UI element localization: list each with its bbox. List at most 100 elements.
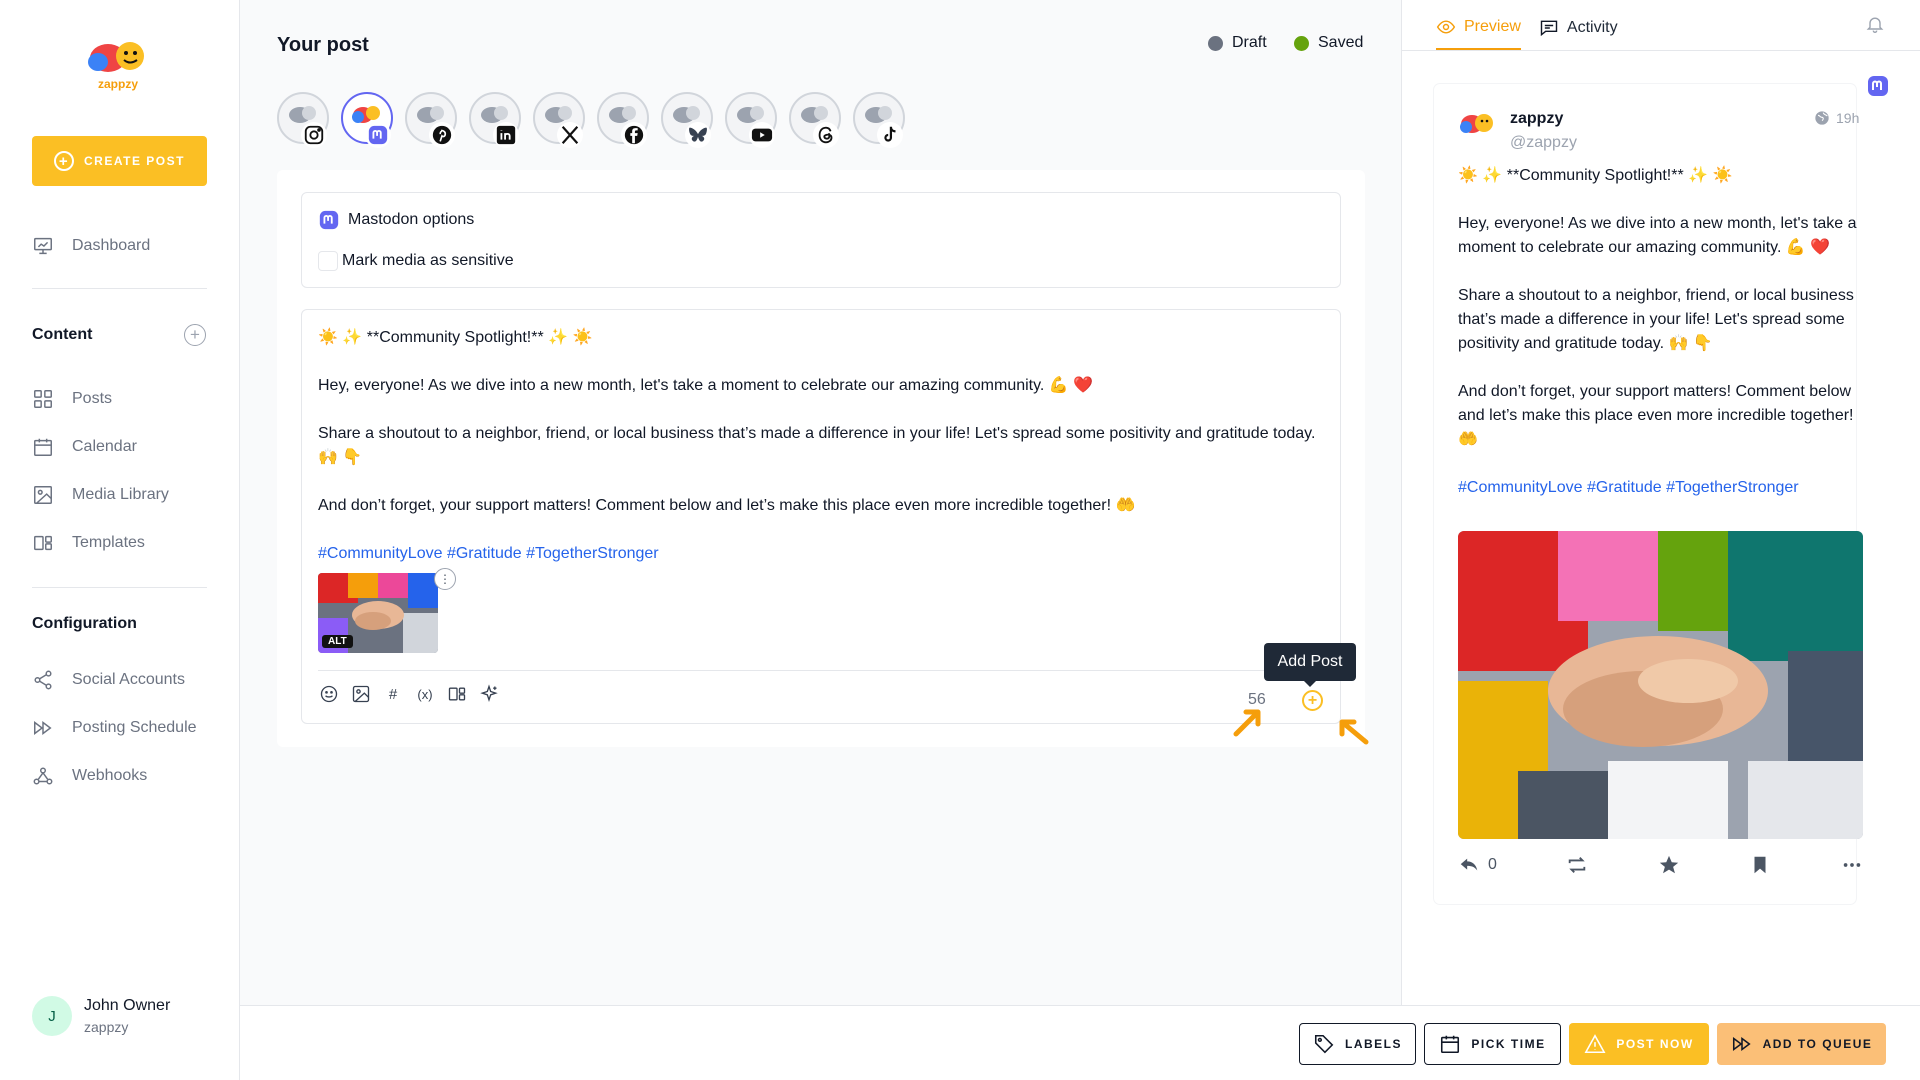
- preview-tabs: Preview Activity: [1436, 14, 1618, 50]
- nav-dashboard[interactable]: Dashboard: [32, 235, 150, 257]
- sensitive-checkbox[interactable]: Mark media as sensitive: [318, 251, 514, 271]
- image-icon[interactable]: [350, 683, 372, 705]
- divider: [1402, 50, 1920, 51]
- nav-posts[interactable]: Posts: [32, 388, 112, 410]
- threads-icon: [818, 126, 833, 144]
- bluesky-icon: [689, 127, 707, 142]
- action-bar: LABELS PICK TIME POST NOW ADD TO QUEUE: [240, 1005, 1920, 1080]
- add-post-tooltip: Add Post: [1264, 643, 1356, 687]
- add-to-queue-button[interactable]: ADD TO QUEUE: [1717, 1023, 1886, 1065]
- hashtag-icon[interactable]: #: [382, 683, 404, 705]
- nav-posts-label: Posts: [72, 390, 113, 407]
- nav-posting-schedule[interactable]: Posting Schedule: [32, 717, 197, 739]
- tab-activity[interactable]: Activity: [1539, 14, 1618, 50]
- variable-icon[interactable]: (x): [414, 683, 436, 705]
- preview-time: 19h: [1814, 110, 1859, 126]
- more-icon[interactable]: [1841, 854, 1863, 876]
- reply-icon: [1460, 858, 1478, 871]
- user-profile[interactable]: J John Owner zappzy: [32, 996, 170, 1036]
- account-tiktok[interactable]: [853, 92, 905, 148]
- templates-icon: [34, 535, 52, 551]
- nav-media-library[interactable]: Media Library: [32, 484, 169, 506]
- editor-toolbar: # (x): [318, 683, 500, 705]
- facebook-icon: [624, 125, 644, 145]
- post-hashtags: #CommunityLove #Gratitude #TogetherStron…: [318, 545, 659, 562]
- hands-photo: [1458, 531, 1863, 839]
- reply-action[interactable]: 0: [1458, 854, 1497, 876]
- preview-account-name: zappzy: [1510, 110, 1564, 127]
- create-post-button[interactable]: + CREATE POST: [32, 136, 207, 186]
- preview-image[interactable]: [1458, 531, 1863, 839]
- post-line: And don’t forget, your support matters! …: [318, 497, 1136, 514]
- tab-preview[interactable]: Preview: [1436, 14, 1521, 50]
- account-facebook[interactable]: [597, 92, 649, 148]
- account-linkedin[interactable]: [469, 92, 521, 148]
- zappzy-logo[interactable]: zappzy: [84, 36, 156, 92]
- emoji-icon[interactable]: [318, 683, 340, 705]
- mastodon-options: Mastodon options Mark media as sensitive: [301, 192, 1341, 288]
- preview-text: ☀️ ✨ **Community Spotlight!** ✨ ☀️ Hey, …: [1458, 164, 1858, 524]
- star-icon[interactable]: [1658, 854, 1680, 876]
- account-x[interactable]: [533, 92, 585, 148]
- account-mastodon[interactable]: [341, 92, 393, 148]
- status-saved-label: Saved: [1318, 34, 1364, 51]
- alt-badge[interactable]: ALT: [322, 635, 353, 648]
- eye-icon: [1436, 20, 1456, 34]
- bell-icon[interactable]: [1865, 14, 1885, 34]
- post-line: Hey, everyone! As we dive into a new mon…: [318, 377, 1094, 394]
- nav-posting-schedule-label: Posting Schedule: [72, 719, 197, 736]
- preview-line: Share a shoutout to a neighbor, friend, …: [1458, 287, 1854, 352]
- thumbnail-menu-icon[interactable]: ⋮: [434, 568, 456, 590]
- preview-panel: Preview Activity zappzy @zappzy 19h ☀️ ✨…: [1402, 0, 1920, 1005]
- labels-button[interactable]: LABELS: [1299, 1023, 1416, 1065]
- account-instagram[interactable]: [277, 92, 329, 148]
- account-bluesky[interactable]: [661, 92, 713, 148]
- post-text[interactable]: ☀️ ✨ **Community Spotlight!** ✨ ☀️ Hey, …: [318, 326, 1318, 566]
- boost-icon[interactable]: [1566, 854, 1588, 876]
- account-threads[interactable]: [789, 92, 841, 148]
- calendar-icon: [34, 438, 52, 456]
- tiktok-icon: [884, 126, 896, 142]
- post-now-button[interactable]: POST NOW: [1569, 1023, 1709, 1065]
- draft-dot-icon: [1208, 35, 1223, 51]
- account-pinterest[interactable]: [405, 92, 457, 148]
- add-to-queue-label: ADD TO QUEUE: [1762, 1037, 1873, 1051]
- preview-handle: @zappzy: [1510, 134, 1577, 151]
- mastodon-icon: [319, 210, 339, 230]
- image-icon: [34, 486, 52, 504]
- page-title: Your post: [277, 34, 369, 56]
- templates-icon[interactable]: [446, 683, 468, 705]
- share-icon: [34, 670, 52, 690]
- post-now-label: POST NOW: [1616, 1037, 1694, 1051]
- forward-icon: [34, 721, 52, 735]
- post-line: Share a shoutout to a neighbor, friend, …: [318, 425, 1316, 466]
- post-editor[interactable]: ☀️ ✨ **Community Spotlight!** ✨ ☀️ Hey, …: [301, 309, 1341, 724]
- nav-social-accounts-label: Social Accounts: [72, 671, 185, 688]
- sparkle-icon[interactable]: [478, 683, 500, 705]
- status-saved: Saved: [1294, 34, 1363, 52]
- bookmark-icon[interactable]: [1749, 854, 1771, 876]
- nav-calendar[interactable]: Calendar: [32, 436, 137, 458]
- pointer-arrow-icon: [1233, 709, 1261, 737]
- nav-media-library-label: Media Library: [72, 486, 169, 503]
- nav-social-accounts[interactable]: Social Accounts: [32, 669, 185, 691]
- account-youtube[interactable]: [725, 92, 777, 148]
- checkbox[interactable]: [318, 251, 338, 271]
- pick-time-button[interactable]: PICK TIME: [1424, 1023, 1561, 1065]
- mastodon-icon: [1868, 76, 1888, 96]
- post-line: ☀️ ✨ **Community Spotlight!** ✨ ☀️: [318, 329, 593, 346]
- user-name: John Owner: [84, 997, 171, 1014]
- tag-icon: [1314, 1034, 1334, 1054]
- grid-icon: [34, 390, 52, 408]
- nav-templates[interactable]: Templates: [32, 532, 145, 554]
- youtube-icon: [751, 128, 773, 142]
- nav-webhooks[interactable]: Webhooks: [32, 765, 147, 787]
- tab-activity-label: Activity: [1566, 19, 1618, 36]
- x-icon: [561, 126, 579, 144]
- tab-preview-label: Preview: [1464, 18, 1521, 35]
- preview-actions: 0: [1458, 854, 1863, 876]
- add-post-button[interactable]: +: [1302, 690, 1323, 711]
- content-add-icon[interactable]: +: [184, 324, 206, 346]
- preview-time-label: 19h: [1836, 110, 1860, 126]
- content-section-title: Content: [32, 326, 93, 343]
